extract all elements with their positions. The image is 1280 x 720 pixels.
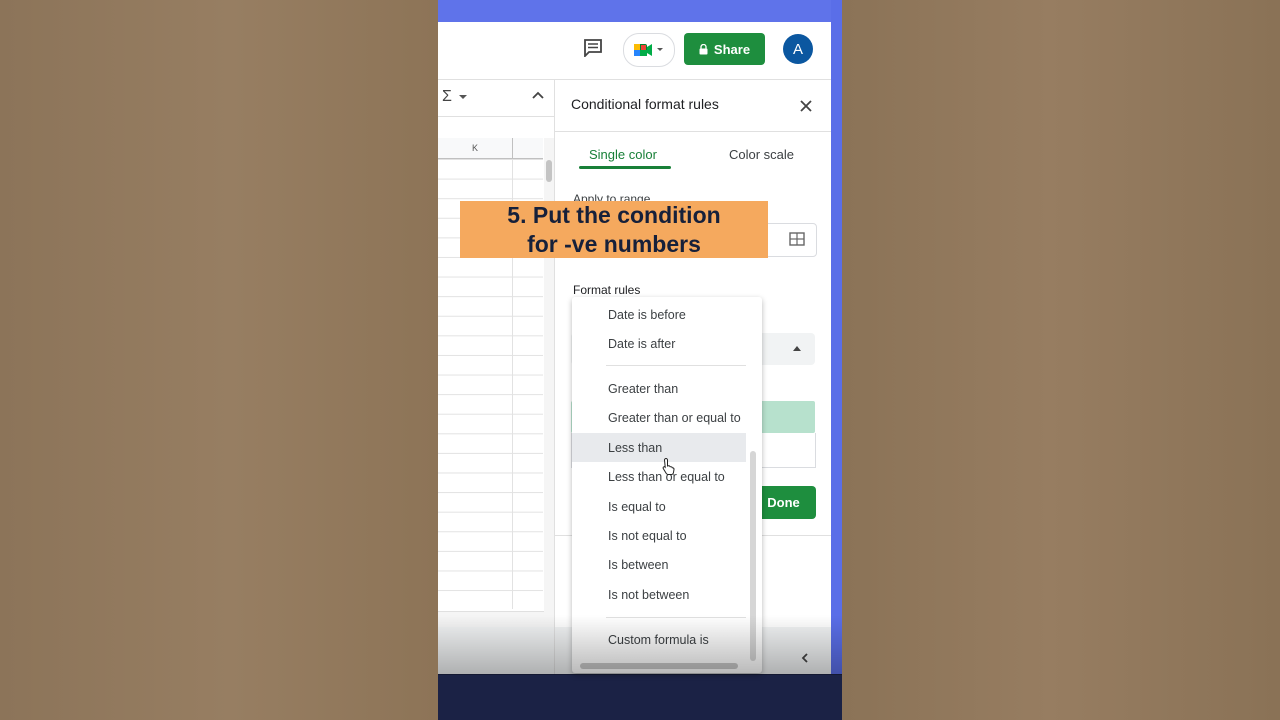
menu-horizontal-scrollbar[interactable] xyxy=(580,663,738,669)
sheet-grid-area: Σ K xyxy=(438,80,554,674)
menu-item-greater-than-or-equal[interactable]: Greater than or equal to xyxy=(572,403,747,432)
sheet-toolbar: Σ xyxy=(438,80,554,117)
menu-item-custom-formula[interactable]: Custom formula is xyxy=(572,625,747,654)
share-label: Share xyxy=(713,41,751,57)
menu-item-less-than-or-equal[interactable]: Less than or equal to xyxy=(572,462,747,491)
avatar[interactable]: A xyxy=(783,34,813,64)
tab-color-scale[interactable]: Color scale xyxy=(729,147,794,162)
instruction-caption: 5. Put the condition for -ve numbers xyxy=(460,201,768,258)
active-tab-indicator xyxy=(579,166,671,169)
select-range-icon[interactable] xyxy=(789,232,805,246)
sheet-footer xyxy=(438,627,554,674)
column-header-row: K xyxy=(438,138,543,159)
tab-single-color[interactable]: Single color xyxy=(589,147,657,162)
menu-item-is-between[interactable]: Is between xyxy=(572,550,747,579)
menu-item-greater-than[interactable]: Greater than xyxy=(572,374,747,403)
lock-icon xyxy=(699,43,708,54)
menu-separator xyxy=(606,617,746,618)
chevron-up-icon[interactable] xyxy=(531,90,545,100)
meet-icon xyxy=(634,44,652,56)
caption-line-1: 5. Put the condition xyxy=(507,201,721,228)
close-icon[interactable] xyxy=(798,98,814,114)
menu-scrollbar[interactable] xyxy=(750,451,756,661)
menu-item-date-is-before[interactable]: Date is before xyxy=(572,300,747,329)
menu-item-less-than[interactable]: Less than xyxy=(572,433,746,462)
chevron-down-icon[interactable] xyxy=(459,95,467,99)
horizontal-scrollbar[interactable] xyxy=(438,611,544,627)
hand-cursor-icon xyxy=(662,457,675,475)
frame-edge xyxy=(831,0,842,674)
menu-separator xyxy=(606,365,746,366)
chevron-up-icon[interactable] xyxy=(793,346,801,351)
meet-button[interactable] xyxy=(623,33,675,67)
caption-line-2: for -ve numbers xyxy=(527,230,701,257)
functions-icon[interactable]: Σ xyxy=(442,88,452,106)
comment-history-icon[interactable] xyxy=(580,35,606,61)
app-header: Share A xyxy=(438,22,831,80)
top-bar xyxy=(438,0,842,22)
divider xyxy=(555,131,832,132)
menu-item-is-equal-to[interactable]: Is equal to xyxy=(572,492,747,521)
column-header-k[interactable]: K xyxy=(438,138,513,158)
menu-item-is-not-between[interactable]: Is not between xyxy=(572,580,747,609)
menu-item-date-is-after[interactable]: Date is after xyxy=(572,329,747,358)
panel-title: Conditional format rules xyxy=(571,96,719,112)
chevron-left-icon[interactable] xyxy=(800,652,810,664)
format-rules-label: Format rules xyxy=(573,283,641,297)
scrollbar-thumb[interactable] xyxy=(546,160,552,182)
menu-item-is-not-equal-to[interactable]: Is not equal to xyxy=(572,521,747,550)
share-button[interactable]: Share xyxy=(684,33,765,65)
bottom-bar xyxy=(438,674,842,720)
condition-dropdown-menu: Date is before Date is after Greater tha… xyxy=(572,297,762,673)
chevron-down-icon xyxy=(657,48,663,51)
